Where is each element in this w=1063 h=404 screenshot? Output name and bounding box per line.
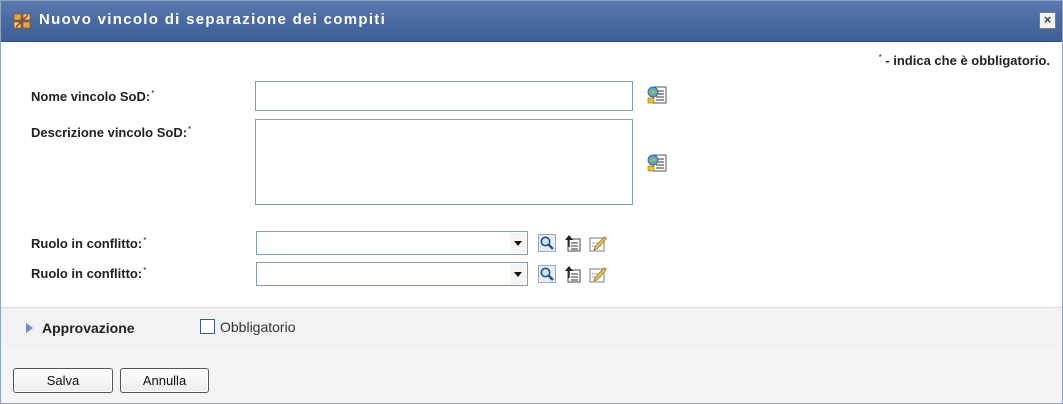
conflict-role-2-label: Ruolo in conflitto:* <box>31 266 146 281</box>
chevron-down-icon[interactable] <box>510 264 526 284</box>
close-button[interactable]: × <box>1039 12 1056 29</box>
search-icon[interactable] <box>538 234 556 252</box>
expand-arrow-icon[interactable] <box>26 323 33 333</box>
dialog-title: Nuovo vincolo di separazione dei compiti <box>39 11 387 28</box>
sod-constraint-dialog: Nuovo vincolo di separazione dei compiti… <box>0 0 1063 404</box>
edit-icon[interactable] <box>589 234 607 252</box>
description-textarea[interactable] <box>255 119 633 205</box>
description-label: Descrizione vincolo SoD:* <box>31 125 191 140</box>
description-label-text: Descrizione vincolo SoD: <box>31 125 188 140</box>
localize-icon[interactable] <box>647 85 667 105</box>
required-checkbox-label[interactable]: Obbligatorio <box>220 319 296 335</box>
name-label-text: Nome vincolo SoD: <box>31 89 151 104</box>
save-button[interactable]: Salva <box>13 368 113 393</box>
name-input[interactable] <box>255 81 633 111</box>
description-required-star: * <box>188 125 192 134</box>
edit-icon[interactable] <box>589 265 607 283</box>
dialog-footer: Salva Annulla <box>1 348 1062 403</box>
role-sod-icon <box>13 13 31 29</box>
cancel-button[interactable]: Annulla <box>120 368 209 393</box>
conflict-role-2-label-text: Ruolo in conflitto: <box>31 266 143 281</box>
dialog-titlebar: Nuovo vincolo di separazione dei compiti… <box>1 1 1062 42</box>
name-label: Nome vincolo SoD:* <box>31 89 154 104</box>
conflict-role-2-select[interactable] <box>256 262 528 286</box>
history-icon[interactable] <box>564 234 582 252</box>
localize-icon[interactable] <box>647 153 667 173</box>
name-required-star: * <box>151 89 155 98</box>
conflict-role-1-select[interactable] <box>256 231 528 255</box>
approval-label[interactable]: Approvazione <box>42 320 135 336</box>
approval-section: Approvazione Obbligatorio <box>1 307 1062 349</box>
history-icon[interactable] <box>564 265 582 283</box>
search-icon[interactable] <box>538 265 556 283</box>
chevron-down-icon[interactable] <box>510 233 526 253</box>
required-note: * - indica che è obbligatorio. <box>879 53 1050 68</box>
required-note-text: - indica che è obbligatorio. <box>881 53 1050 68</box>
conflict-role-2-required-star: * <box>143 266 147 275</box>
conflict-role-1-required-star: * <box>143 236 147 245</box>
conflict-role-1-label-text: Ruolo in conflitto: <box>31 236 143 251</box>
conflict-role-1-label: Ruolo in conflitto:* <box>31 236 146 251</box>
required-checkbox[interactable] <box>200 319 215 334</box>
